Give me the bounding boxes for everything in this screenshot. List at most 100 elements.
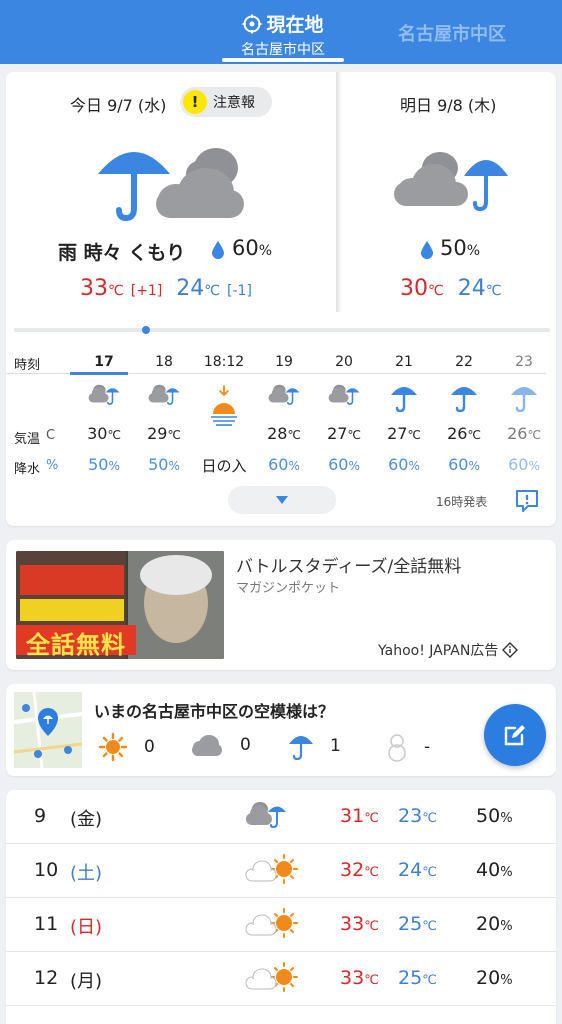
rain-count: 1 <box>330 736 341 756</box>
cloud-count: 0 <box>240 735 251 755</box>
tab-current-title: 現在地 <box>266 14 324 36</box>
cloud-rain-icon <box>88 384 120 405</box>
hour-temp: 27℃ <box>387 424 421 443</box>
weekly-row[interactable]: 12 (月) 33℃ 25℃ 20% <box>6 952 556 1006</box>
hour-rain: 60% <box>388 455 420 474</box>
tomorrow-high: 30℃ <box>400 276 444 301</box>
hour-weather <box>494 382 554 416</box>
report-icon[interactable] <box>514 488 540 514</box>
today-high: 33℃ [+1] <box>80 276 163 301</box>
ad-card[interactable]: 全話無料 バトルスタディーズ/全話無料 マガジンポケット Yahoo! JAPA… <box>6 540 556 670</box>
weekly-row[interactable]: 11 (日) 33℃ 25℃ 20% <box>6 898 556 952</box>
tomorrow-forecast[interactable]: 明日 9/8 (木) 50% 30℃ 24℃ <box>342 72 556 312</box>
sky-report-card[interactable]: いまの名古屋市中区の空模様は？ 0 0 1 - <box>6 684 556 776</box>
hour-temp: 26℃ <box>507 424 541 443</box>
sky-cloud-count[interactable]: 0 <box>190 732 251 758</box>
chevron-down-icon <box>276 496 288 504</box>
hour-rain: 60% <box>448 455 480 474</box>
cloud-icon <box>192 735 222 756</box>
hour-weather <box>74 382 134 410</box>
today-temps: 33℃ [+1] 24℃ [-1] <box>80 276 252 301</box>
weekly-day: 9 <box>34 805 47 827</box>
warning-badge[interactable]: ! 注意報 <box>180 87 272 117</box>
hour-rain: 50% <box>88 455 120 474</box>
hour-time: 21 <box>395 354 413 370</box>
info-icon <box>502 642 519 658</box>
cloud-rain-icon <box>246 802 286 829</box>
weekly-low: 23℃ <box>398 805 437 827</box>
sky-snow-count[interactable]: - <box>386 732 430 762</box>
weekly-weather <box>244 907 300 943</box>
hour-rain: 50% <box>148 455 180 474</box>
weekly-row[interactable]: 10 (土) 32℃ 24℃ 40% <box>6 844 556 898</box>
hour-weather <box>134 382 194 410</box>
today-title: 今日 9/7 (水) <box>70 96 167 115</box>
today-low: 24℃ [-1] <box>176 276 252 301</box>
location-target-icon <box>242 14 262 33</box>
label-time: 時刻 <box>14 358 41 373</box>
hour-temp: 28℃ <box>267 424 301 443</box>
weekly-low: 25℃ <box>398 967 437 989</box>
weekly-low: 24℃ <box>398 859 437 881</box>
umbrella-icon <box>289 736 313 760</box>
hour-time: 18:12 <box>203 354 245 370</box>
raindrop-icon <box>212 241 224 259</box>
post-report-button[interactable] <box>484 704 546 766</box>
ad-label[interactable]: Yahoo! JAPAN広告 <box>378 640 519 660</box>
cloudy-then-rain-icon <box>394 152 508 212</box>
tab-nagoya-naka[interactable]: 名古屋市中区 <box>398 20 506 46</box>
hour-weather <box>194 384 254 434</box>
cloud-rain-icon <box>328 384 360 405</box>
today-telop: 雨 時々 くもり <box>58 242 186 264</box>
snowman-icon <box>388 734 406 762</box>
edit-icon <box>504 725 525 746</box>
hour-temp: 30℃ <box>87 424 121 443</box>
hour-time: 20 <box>335 354 353 370</box>
weekly-row[interactable]: 9 (金) 31℃ 23℃ 50% <box>6 790 556 844</box>
tab-active-indicator <box>222 58 344 62</box>
today-pop: 60% <box>232 236 273 260</box>
weekly-weather <box>244 961 300 997</box>
weekly-high: 32℃ <box>340 859 379 881</box>
timeline-current-marker <box>142 326 150 334</box>
umbrella-icon <box>391 387 417 413</box>
map-pin-icon <box>14 692 82 768</box>
ad-banner-image[interactable]: 全話無料 <box>16 551 224 659</box>
issued-time: 16時発表 <box>436 495 488 509</box>
hour-weather <box>374 382 434 416</box>
warning-label: 注意報 <box>213 95 255 111</box>
weekly-pop: 20% <box>476 967 513 989</box>
hour-weather <box>314 382 374 410</box>
sun-count: 0 <box>144 737 155 757</box>
hour-rain: 60% <box>328 455 360 474</box>
weekly-high: 33℃ <box>340 967 379 989</box>
today-forecast[interactable]: 今日 9/7 (水) ! 注意報 雨 時々 くもり 60% 33℃ [+1] 2… <box>6 72 336 312</box>
hour-time: 23 <box>515 354 533 370</box>
hour-temp: 26℃ <box>447 424 481 443</box>
weekly-weekday: (日) <box>70 917 103 938</box>
sunset-icon <box>211 385 237 426</box>
sky-rain-count[interactable]: 1 <box>288 732 341 760</box>
label-temp: 気温 <box>14 432 41 447</box>
weekly-forecast: 9 (金) 31℃ 23℃ 50% 10 (土) 32℃ 24℃ 40% 11 … <box>6 790 556 1024</box>
snow-count: - <box>424 737 431 757</box>
current-hour-indicator <box>70 372 128 375</box>
tomorrow-temps: 30℃ 24℃ <box>400 276 501 301</box>
weekly-pop: 20% <box>476 913 513 935</box>
sky-sun-count[interactable]: 0 <box>98 732 155 762</box>
weekly-day: 10 <box>34 859 59 881</box>
ad-sponsor: マガジンポケット <box>236 581 341 596</box>
tab-current-subtitle: 名古屋市中区 <box>241 42 325 58</box>
hour-rain: 60% <box>508 455 540 474</box>
rain-then-cloudy-icon <box>98 148 244 222</box>
tab-current-location[interactable]: 現在地 名古屋市中区 <box>222 10 344 62</box>
expand-button[interactable] <box>228 486 336 514</box>
hour-temp: 27℃ <box>327 424 361 443</box>
weekly-pop: 40% <box>476 859 513 881</box>
cloud-sun-icon <box>245 854 298 884</box>
hour-rain: 60% <box>268 455 300 474</box>
ad-title[interactable]: バトルスタディーズ/全話無料 <box>236 552 461 577</box>
sky-map-thumbnail[interactable] <box>14 692 82 768</box>
hour-time: 17 <box>94 354 114 370</box>
timeline-track[interactable] <box>14 328 550 332</box>
